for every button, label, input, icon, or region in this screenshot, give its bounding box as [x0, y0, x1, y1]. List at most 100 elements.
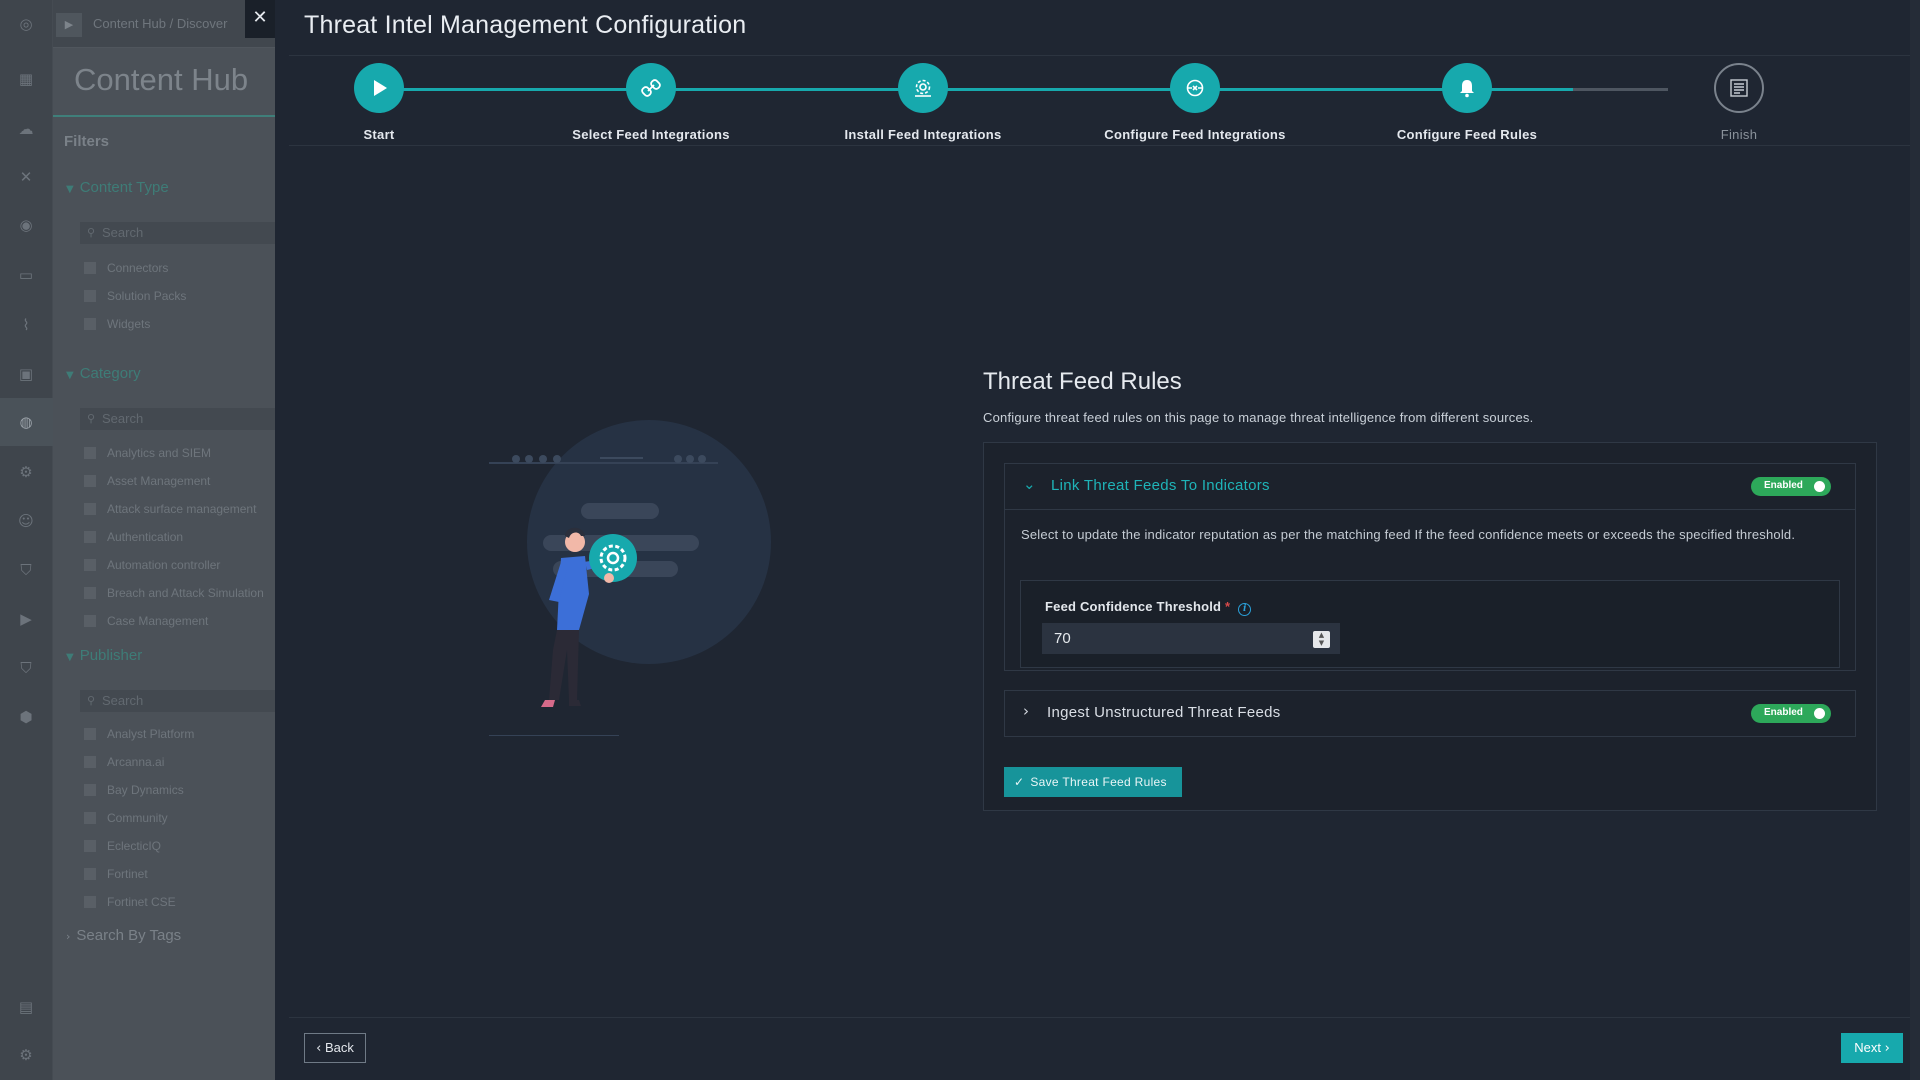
threshold-field-group: Feed Confidence Threshold *i ▲▼ [1020, 580, 1840, 668]
step-label: Start [363, 127, 395, 142]
filter-checkbox: EclecticIQ [84, 839, 161, 853]
toggle-label: Enabled [1764, 480, 1803, 491]
filter-checkbox: Automation controller [84, 558, 220, 572]
step-label: Configure Feed Rules [1396, 127, 1538, 142]
publisher-search: ⚲ Search [80, 690, 275, 712]
toggle-knob [1814, 708, 1825, 719]
install-gear-icon [898, 63, 948, 113]
filter-checkbox: Community [84, 811, 168, 825]
configure-icon [1170, 63, 1220, 113]
users-icon: ☺ [18, 512, 34, 530]
close-button[interactable]: ✕ [245, 0, 275, 38]
alerts-icon: ◉ [19, 216, 33, 234]
step-configure-feed-rules[interactable]: Configure Feed Rules [1367, 63, 1567, 142]
field-label: Feed Confidence Threshold * i [1045, 599, 1252, 616]
gear-icon: ⚙ [19, 1046, 33, 1064]
rule-title: Link Threat Feeds To Indicators [1051, 477, 1270, 494]
checklist-icon [1714, 63, 1764, 113]
step-label: Select Feed Integrations [572, 127, 730, 142]
rule-description: Select to update the indicator reputatio… [1021, 527, 1796, 542]
rule-header[interactable]: ⌄ Link Threat Feeds To Indicators Enable… [1005, 464, 1855, 509]
page-title: Content Hub [74, 62, 249, 97]
toggle-label: Enabled [1764, 707, 1803, 718]
chevron-left-icon: ‹ [316, 1041, 322, 1056]
playbook-icon: ▶ [20, 610, 32, 628]
filter-checkbox: Analytics and SIEM [84, 446, 211, 460]
filter-checkbox: Case Management [84, 614, 208, 628]
step-label: Configure Feed Integrations [1104, 127, 1286, 142]
step-label: Finish [1720, 127, 1758, 142]
scrollbar-track[interactable] [1910, 0, 1920, 1080]
rule-body: Select to update the indicator reputatio… [1005, 509, 1855, 670]
number-stepper[interactable]: ▲ ▼ [1313, 631, 1330, 648]
chevron-down-icon: ▼ [66, 370, 74, 381]
enabled-toggle[interactable]: Enabled [1751, 704, 1831, 723]
wizard-stepper: Start Select Feed Integrations Install F… [289, 57, 1920, 146]
feed-confidence-threshold-input[interactable] [1042, 623, 1340, 654]
modal-footer: ‹ Back Next › [289, 1017, 1920, 1080]
chevron-down-icon: ▼ [66, 652, 74, 663]
filter-checkbox: Analyst Platform [84, 727, 194, 741]
filter-checkbox: Attack surface management [84, 502, 256, 516]
chevron-down-icon: ▼ [66, 184, 74, 195]
wizard-modal: Threat Intel Management Configuration St… [289, 0, 1920, 1080]
chevron-right-icon: › [1023, 702, 1029, 720]
save-threat-feed-rules-button[interactable]: ✓ Save Threat Feed Rules [1004, 767, 1182, 797]
category-header: ▼ Category [66, 365, 141, 382]
filters-label: Filters [64, 133, 110, 150]
filter-checkbox: Asset Management [84, 474, 210, 488]
breadcrumb: Content Hub / Discover [93, 16, 228, 31]
modal-title: Threat Intel Management Configuration [304, 11, 747, 39]
filter-checkbox: Fortinet [84, 867, 148, 881]
search-icon: ⚲ [87, 226, 96, 239]
search-icon: ⚲ [87, 412, 96, 425]
content-type-header: ▼ Content Type [66, 179, 169, 196]
next-button[interactable]: Next › [1841, 1033, 1903, 1063]
expand-icon: ▶ [56, 13, 82, 37]
content-hub-icon: ◍ [19, 413, 33, 431]
briefcase-icon: ▭ [18, 266, 34, 284]
chevron-down-icon: ⌄ [1023, 475, 1036, 493]
filter-checkbox: Fortinet CSE [84, 895, 176, 909]
toggle-knob [1814, 481, 1825, 492]
filter-checkbox: Widgets [84, 317, 150, 331]
chevron-right-icon: › [66, 930, 71, 943]
filter-checkbox: Arcanna.ai [84, 755, 164, 769]
bell-icon [1442, 63, 1492, 113]
icon-rail: ◎ ▦ ☁ ✕ ◉ ▭ ⌇ ▣ ◍ ⚙ ☺ ⛉ ▶ ⛉ ⬢ ▤ ⚙ [0, 0, 53, 1080]
step-label: Install Feed Integrations [844, 127, 1002, 142]
filter-checkbox: Solution Packs [84, 289, 186, 303]
tools-icon: ✕ [19, 168, 33, 186]
search-by-tags-header: › Search By Tags [66, 927, 182, 944]
chevron-right-icon: › [1884, 1041, 1890, 1056]
back-button[interactable]: ‹ Back [304, 1033, 366, 1063]
logo-icon: ◎ [19, 15, 33, 33]
step-finish[interactable]: Finish [1639, 63, 1839, 142]
configuration-illustration [489, 410, 889, 740]
enabled-toggle[interactable]: Enabled [1751, 477, 1831, 496]
background-app: ◎ ▦ ☁ ✕ ◉ ▭ ⌇ ▣ ◍ ⚙ ☺ ⛉ ▶ ⛉ ⬢ ▤ ⚙ ▶ Cont… [0, 0, 275, 1080]
info-icon[interactable]: i [1238, 603, 1252, 616]
apps-icon: ▣ [18, 365, 34, 383]
section-title: Threat Feed Rules [983, 368, 1182, 395]
clipboard-icon: ▤ [18, 998, 34, 1016]
analytics-icon: ⌇ [22, 316, 30, 334]
filter-checkbox: Bay Dynamics [84, 783, 184, 797]
step-start[interactable]: Start [279, 63, 479, 142]
rule-title: Ingest Unstructured Threat Feeds [1047, 704, 1281, 721]
rule-header[interactable]: › Ingest Unstructured Threat Feeds Enabl… [1005, 691, 1855, 736]
settings-icon: ⚙ [19, 463, 33, 481]
filter-checkbox: Authentication [84, 530, 183, 544]
step-select-feed-integrations[interactable]: Select Feed Integrations [551, 63, 751, 142]
filter-checkbox: Breach and Attack Simulation [84, 586, 264, 600]
rule-link-threat-feeds: ⌄ Link Threat Feeds To Indicators Enable… [1004, 463, 1856, 671]
play-icon [354, 63, 404, 113]
security-icon: ⛉ [20, 659, 32, 677]
badge-icon: ⬢ [19, 708, 33, 726]
content-type-search: ⚲ Search [80, 222, 275, 244]
step-install-feed-integrations[interactable]: Install Feed Integrations [823, 63, 1023, 142]
step-configure-feed-integrations[interactable]: Configure Feed Integrations [1095, 63, 1295, 142]
search-icon: ⚲ [87, 694, 96, 707]
title-underline [53, 115, 275, 117]
required-mark: * [1225, 599, 1231, 614]
